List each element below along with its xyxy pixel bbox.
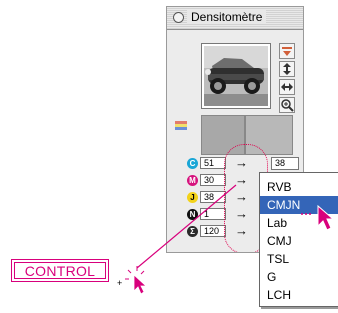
mouse-pointer-icon — [133, 274, 148, 295]
connector-line — [136, 184, 237, 269]
menu-mouse-pointer-icon — [317, 204, 335, 231]
annotation-overlay — [125, 184, 335, 295]
